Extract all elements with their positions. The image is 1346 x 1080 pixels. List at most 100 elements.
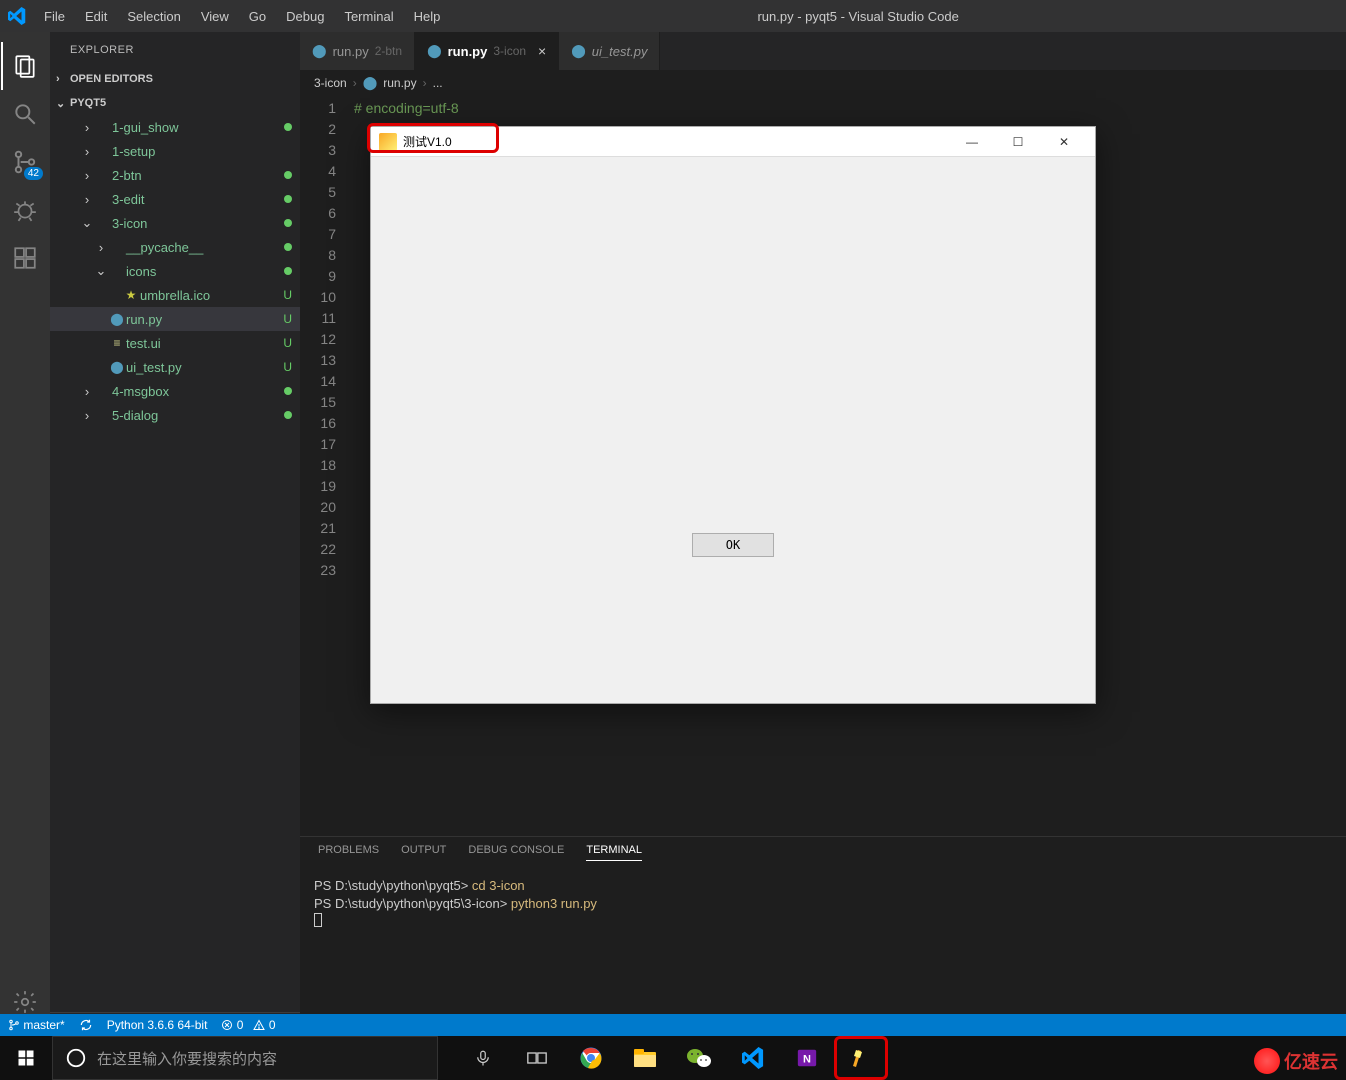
ok-button[interactable]: OK	[692, 533, 774, 557]
status-python[interactable]: Python 3.6.6 64-bit	[107, 1018, 208, 1032]
modified-dot-icon	[284, 123, 292, 131]
tree-item-4-msgbox[interactable]: ›4-msgbox	[50, 379, 300, 403]
tree-item-3-edit[interactable]: ›3-edit	[50, 187, 300, 211]
activity-extensions[interactable]	[1, 234, 49, 282]
menu-file[interactable]: File	[34, 3, 75, 30]
pyqt-title-text: 测试V1.0	[403, 133, 452, 150]
panel-tab-debug-console[interactable]: DEBUG CONSOLE	[468, 844, 564, 860]
pyqt-app-taskbar-icon[interactable]	[834, 1036, 888, 1080]
tree-item-3-icon[interactable]: ⌄3-icon	[50, 211, 300, 235]
status-sync-icon[interactable]	[79, 1018, 93, 1032]
tree-item-umbrella-ico[interactable]: ★umbrella.icoU	[50, 283, 300, 307]
umbrella-icon	[379, 133, 397, 151]
breadcrumb[interactable]: 3-icon › ⬤ run.py › ...	[300, 70, 1346, 96]
tree-item-__pycache__[interactable]: ›__pycache__	[50, 235, 300, 259]
pyqt-app-window[interactable]: 测试V1.0 — ☐ ✕ OK	[370, 126, 1096, 704]
activity-explorer[interactable]	[1, 42, 49, 90]
menu-debug[interactable]: Debug	[276, 3, 334, 30]
panel-tab-terminal[interactable]: TERMINAL	[586, 844, 642, 861]
onenote-icon[interactable]: N	[780, 1036, 834, 1080]
modified-dot-icon	[284, 387, 292, 395]
python-icon: ⬤	[427, 43, 442, 59]
git-status-u: U	[278, 288, 292, 302]
windows-search[interactable]: 在这里输入你要搜索的内容	[52, 1036, 438, 1080]
panel-tab-problems[interactable]: PROBLEMS	[318, 844, 379, 860]
terminal-body[interactable]: PS D:\study\python\pyqt5> cd 3-iconPS D:…	[300, 867, 1346, 1036]
menu-go[interactable]: Go	[239, 3, 276, 30]
tree-item-run-py[interactable]: ⬤run.pyU	[50, 307, 300, 331]
tree-item-2-btn[interactable]: ›2-btn	[50, 163, 300, 187]
modified-dot-icon	[284, 219, 292, 227]
python-icon: ⬤	[363, 75, 378, 91]
breadcrumb-folder[interactable]: 3-icon	[314, 76, 347, 90]
tree-item-1-gui_show[interactable]: ›1-gui_show	[50, 115, 300, 139]
git-status-u: U	[278, 360, 292, 374]
panel-tab-output[interactable]: OUTPUT	[401, 844, 446, 860]
project-header[interactable]: ⌄PYQT5	[50, 91, 300, 115]
breadcrumb-file[interactable]: run.py	[383, 76, 416, 90]
activity-search[interactable]	[1, 90, 49, 138]
windows-taskbar: 在这里输入你要搜索的内容 N	[0, 1036, 1346, 1080]
status-bar: master* Python 3.6.6 64-bit 0 0	[0, 1014, 1346, 1036]
activity-scm[interactable]: 42	[1, 138, 49, 186]
search-placeholder: 在这里输入你要搜索的内容	[97, 1048, 277, 1069]
scm-badge: 42	[24, 167, 43, 180]
vscode-taskbar-icon[interactable]	[726, 1036, 780, 1080]
editor-tabs: ⬤run.py2-btn⬤run.py3-icon×⬤ui_test.py	[300, 32, 1346, 70]
editor-tab[interactable]: ⬤ui_test.py	[559, 32, 660, 70]
wechat-icon[interactable]	[672, 1036, 726, 1080]
python-icon: ⬤	[571, 43, 586, 59]
tree-item-icons[interactable]: ⌄icons	[50, 259, 300, 283]
close-button[interactable]: ✕	[1041, 127, 1087, 157]
start-button[interactable]	[0, 1036, 52, 1080]
pyqt-titlebar[interactable]: 测试V1.0 — ☐ ✕	[371, 127, 1095, 157]
tree-item-5-dialog[interactable]: ›5-dialog	[50, 403, 300, 427]
editor-tab[interactable]: ⬤run.py3-icon×	[415, 32, 559, 70]
python-icon: ⬤	[312, 43, 327, 59]
tree-item-ui_test-py[interactable]: ⬤ui_test.pyU	[50, 355, 300, 379]
menu-edit[interactable]: Edit	[75, 3, 117, 30]
chevron-right-icon: ›	[353, 76, 357, 90]
status-problems[interactable]: 0 0	[221, 1018, 275, 1032]
editor-tab[interactable]: ⬤run.py2-btn	[300, 32, 415, 70]
git-status-u: U	[278, 336, 292, 350]
mic-icon[interactable]	[456, 1036, 510, 1080]
menu-selection[interactable]: Selection	[117, 3, 190, 30]
vscode-logo-icon	[0, 7, 34, 25]
file-type-icon: ★	[122, 288, 140, 302]
cortana-circle-icon	[65, 1047, 87, 1069]
open-editors-header[interactable]: ›OPEN EDITORS	[50, 67, 300, 91]
panel-tabs: PROBLEMS OUTPUT DEBUG CONSOLE TERMINAL	[300, 837, 1346, 867]
maximize-button[interactable]: ☐	[995, 127, 1041, 157]
close-tab-icon[interactable]: ×	[538, 43, 546, 59]
status-branch[interactable]: master*	[8, 1018, 65, 1032]
task-view-icon[interactable]	[510, 1036, 564, 1080]
chrome-icon[interactable]	[564, 1036, 618, 1080]
watermark: 亿速云	[1254, 1048, 1338, 1074]
minimize-button[interactable]: —	[949, 127, 995, 157]
file-tree: ›1-gui_show›1-setup›2-btn›3-edit⌄3-icon›…	[50, 115, 300, 1012]
git-status-u: U	[278, 312, 292, 326]
modified-dot-icon	[284, 267, 292, 275]
terminal-cursor	[314, 913, 322, 927]
modified-dot-icon	[284, 243, 292, 251]
breadcrumb-more[interactable]: ...	[433, 76, 443, 90]
sidebar-title: EXPLORER	[50, 32, 300, 67]
window-title: run.py - pyqt5 - Visual Studio Code	[370, 9, 1346, 24]
menu-view[interactable]: View	[191, 3, 239, 30]
tree-item-test-ui[interactable]: ≡test.uiU	[50, 331, 300, 355]
code-line-1: # encoding=utf-8	[354, 98, 1346, 119]
chevron-right-icon: ›	[423, 76, 427, 90]
activity-bar: 42	[0, 32, 50, 1036]
file-type-icon: ⬤	[108, 312, 126, 326]
file-type-icon: ≡	[108, 336, 126, 350]
modified-dot-icon	[284, 171, 292, 179]
file-explorer-icon[interactable]	[618, 1036, 672, 1080]
terminal-panel: PROBLEMS OUTPUT DEBUG CONSOLE TERMINAL PS D…	[300, 836, 1346, 1036]
modified-dot-icon	[284, 411, 292, 419]
tree-item-1-setup[interactable]: ›1-setup	[50, 139, 300, 163]
activity-debug[interactable]	[1, 186, 49, 234]
sidebar: EXPLORER ›OPEN EDITORS ⌄PYQT5 ›1-gui_sho…	[50, 32, 300, 1036]
svg-text:N: N	[803, 1054, 811, 1066]
modified-dot-icon	[284, 195, 292, 203]
